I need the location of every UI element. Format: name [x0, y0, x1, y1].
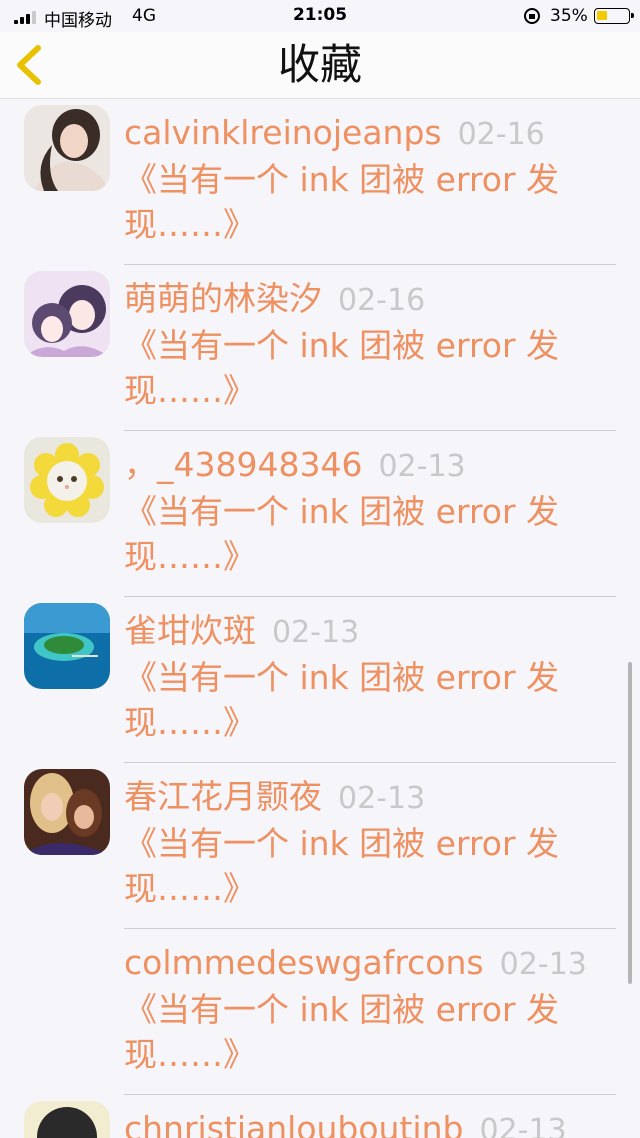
post-title[interactable]: 《当有一个 ink 团被 error 发现……》	[124, 655, 594, 745]
battery-percent: 35%	[550, 6, 588, 26]
woman-portrait-icon[interactable]	[24, 105, 110, 191]
username[interactable]: colmmedeswgafrcons	[124, 943, 484, 982]
post-title[interactable]: 《当有一个 ink 团被 error 发现……》	[124, 323, 594, 413]
username[interactable]: chnristianlouboutinb	[124, 1109, 463, 1138]
username[interactable]: 雀坩炊斑	[124, 611, 256, 650]
clock: 21:05	[292, 5, 348, 25]
page-title: 收藏	[277, 40, 362, 89]
date-label: 02-13	[338, 781, 426, 816]
list-item[interactable]: ，_438948346 02-13 《当有一个 ink 团被 error 发现………	[0, 431, 640, 597]
status-bar: 中国移动 4G 21:05 35%	[0, 0, 640, 32]
username[interactable]: 萌萌的林染汐	[124, 279, 322, 318]
scrollbar[interactable]	[628, 662, 632, 984]
rotation-lock-icon	[524, 8, 540, 24]
date-label: 02-13	[499, 947, 587, 982]
post-title[interactable]: 《当有一个 ink 团被 error 发现……》	[124, 489, 594, 579]
date-label: 02-16	[457, 117, 545, 152]
battery-icon	[594, 8, 634, 24]
navigation-bar: 收藏	[0, 32, 640, 99]
list-item[interactable]: colmmedeswgafrcons 02-13 《当有一个 ink 团被 err…	[0, 929, 640, 1095]
post-title[interactable]: 《当有一个 ink 团被 error 发现……》	[124, 821, 594, 911]
anime-girls-icon[interactable]	[24, 271, 110, 357]
list-item[interactable]: chnristianlouboutinb 02-13	[0, 1095, 640, 1138]
date-label: 02-16	[338, 283, 426, 318]
date-label: 02-13	[272, 615, 360, 650]
favorites-list[interactable]: calvinklreinojeanps 02-16 《当有一个 ink 团被 er…	[0, 99, 640, 1138]
list-item[interactable]: 萌萌的林染汐 02-16 《当有一个 ink 团被 error 发现……》	[0, 265, 640, 431]
list-item[interactable]: 春江花月颢夜 02-13 《当有一个 ink 团被 error 发现……》	[0, 763, 640, 929]
girl-photo-icon[interactable]	[24, 769, 110, 855]
flower-cat-icon[interactable]	[24, 437, 110, 523]
island-icon[interactable]	[24, 603, 110, 689]
username[interactable]: calvinklreinojeanps	[124, 113, 442, 152]
username[interactable]: 春江花月颢夜	[124, 777, 322, 816]
post-title[interactable]: 《当有一个 ink 团被 error 发现……》	[124, 157, 594, 247]
list-item[interactable]: 雀坩炊斑 02-13 《当有一个 ink 团被 error 发现……》	[0, 597, 640, 763]
date-label: 02-13	[479, 1113, 567, 1138]
date-label: 02-13	[378, 449, 466, 484]
favorites-screen: 中国移动 4G 21:05 35% 收藏 calvinklreinojeanps…	[0, 0, 640, 1138]
username[interactable]: ，_438948346	[124, 445, 362, 484]
tree-icon[interactable]	[24, 1101, 110, 1138]
list-item[interactable]: calvinklreinojeanps 02-16 《当有一个 ink 团被 er…	[0, 99, 640, 265]
post-title[interactable]: 《当有一个 ink 团被 error 发现……》	[124, 987, 594, 1077]
